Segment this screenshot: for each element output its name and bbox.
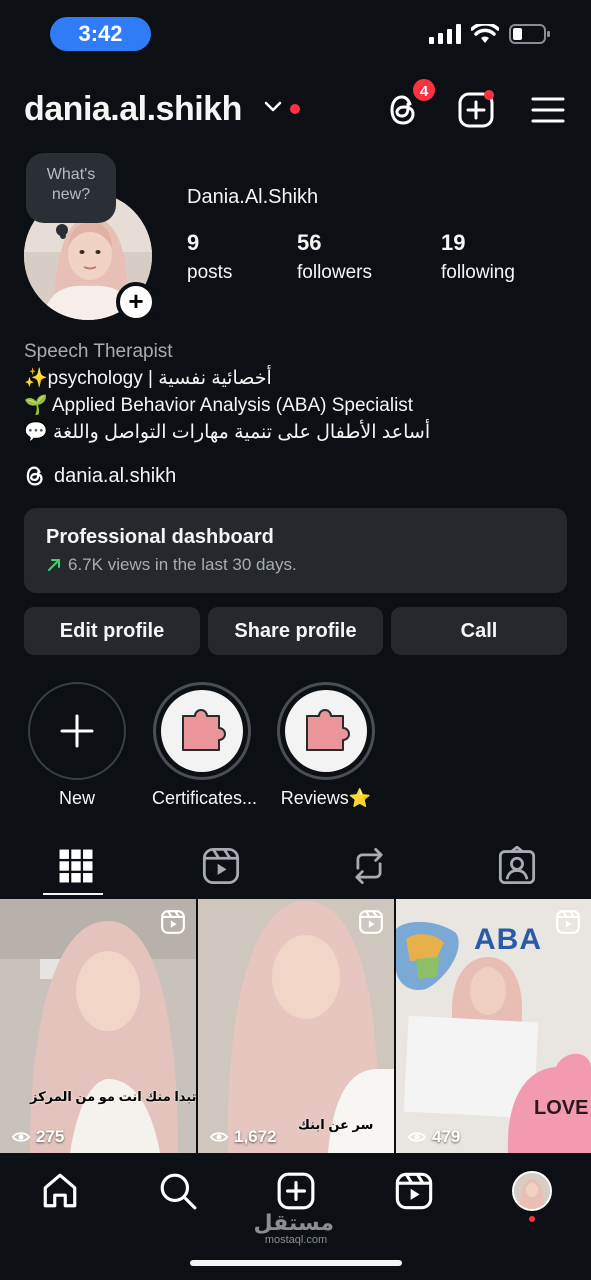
home-icon[interactable]	[40, 1171, 80, 1211]
new-highlight-circle	[28, 682, 126, 780]
call-button[interactable]: Call	[391, 607, 567, 655]
share-profile-button[interactable]: Share profile	[208, 607, 383, 655]
status-icons	[429, 24, 551, 44]
eye-icon	[12, 1132, 30, 1142]
create-icon[interactable]	[276, 1171, 316, 1211]
profile-tabs	[0, 840, 591, 896]
bio-category: Speech Therapist	[24, 341, 173, 362]
post-image	[198, 899, 394, 1153]
chevron-down-icon[interactable]	[264, 100, 282, 114]
add-story-button[interactable]: +	[116, 282, 156, 322]
stat-followers[interactable]: 56 followers	[297, 230, 372, 284]
profile-nav-avatar[interactable]	[512, 1171, 552, 1211]
account-notification-dot	[290, 104, 300, 114]
stat-label: posts	[187, 262, 233, 283]
bio-line-1: ✨psychology | أخصائية نفسية	[24, 368, 272, 389]
search-icon[interactable]	[158, 1171, 198, 1211]
post-thumbnail[interactable]: تبدا منك انت مو من المركز 275	[0, 899, 196, 1153]
post-views: 275	[12, 1127, 64, 1147]
watermark-arabic: مستقل	[253, 1210, 334, 1235]
threads-profile-link[interactable]: dania.al.shikh	[24, 464, 176, 488]
highlight-reviews[interactable]: Reviews⭐	[276, 682, 376, 809]
trend-up-icon	[48, 559, 60, 571]
highlight-new[interactable]: New	[27, 682, 127, 809]
battery-icon	[509, 24, 550, 44]
note-tail-small	[60, 233, 66, 239]
stat-value: 9	[187, 230, 200, 255]
highlight-label: New	[58, 788, 95, 808]
reel-badge-icon	[161, 910, 185, 934]
highlight-label: Certificates...	[152, 788, 258, 808]
views-count: 479	[432, 1127, 461, 1146]
highlight-certificates[interactable]: Certificates...	[152, 682, 258, 809]
bio-line-3: 💬 أساعد الأطفال على تنمية مهارات التواصل…	[24, 422, 431, 443]
views-count: 275	[36, 1127, 65, 1146]
post-caption: تبدا منك انت مو من المركز	[30, 1089, 196, 1104]
profile-header: dania.al.shikh 4	[0, 77, 591, 140]
username-switcher[interactable]: dania.al.shikh	[24, 90, 242, 129]
display-name: Dania.Al.Shikh	[187, 186, 319, 208]
active-tab-indicator	[43, 893, 103, 895]
puzzle-icon	[285, 690, 367, 772]
reel-badge-icon	[556, 910, 580, 934]
watermark-latin: mostaql.com	[264, 1234, 328, 1246]
post-thumbnail[interactable]: سر عن ابنك 1,672	[198, 899, 394, 1153]
home-indicator[interactable]	[190, 1260, 402, 1266]
grid-icon[interactable]	[56, 846, 96, 886]
stat-value: 56	[297, 230, 322, 255]
new-post-dot	[484, 90, 494, 100]
eye-icon	[408, 1132, 426, 1142]
sign-text: ABA	[474, 923, 542, 956]
dashboard-title: Professional dashboard	[46, 526, 274, 548]
post-thumbnail[interactable]: ABA LOVE 479	[396, 899, 591, 1153]
threads-small-icon	[26, 466, 43, 486]
threads-badge: 4	[411, 77, 437, 103]
bio-line-2: 🌱 Applied Behavior Analysis (ABA) Specia…	[24, 395, 414, 416]
plus-icon	[60, 714, 94, 748]
stat-following[interactable]: 19 following	[441, 230, 515, 284]
mostaql-watermark: مستقل mostaql.com	[253, 1210, 334, 1247]
highlight-cover	[277, 682, 375, 780]
highlight-label: Reviews⭐	[280, 788, 372, 808]
profile-notification-dot	[529, 1216, 535, 1222]
status-bar: 3:42	[0, 0, 591, 70]
signal-icon	[429, 24, 461, 44]
post-views: 479	[408, 1127, 460, 1147]
dashboard-views: 6.7K views in the last 30 days.	[68, 555, 297, 574]
stat-label: followers	[297, 262, 372, 283]
reposts-icon[interactable]	[349, 846, 389, 886]
post-image	[0, 899, 196, 1153]
dashboard-subtitle: 6.7K views in the last 30 days.	[46, 555, 545, 575]
status-time: 3:42	[50, 17, 151, 51]
eye-icon	[210, 1132, 228, 1142]
avatar-mini	[514, 1173, 550, 1209]
puzzle-icon	[161, 690, 243, 772]
edit-profile-button[interactable]: Edit profile	[24, 607, 200, 655]
heart-text: LOVE	[534, 1097, 589, 1119]
post-caption: سر عن ابنك	[298, 1117, 374, 1132]
bio: Speech Therapist ✨psychology | أخصائية ن…	[24, 338, 569, 446]
menu-icon[interactable]	[531, 96, 565, 124]
reel-badge-icon	[359, 910, 383, 934]
post-views: 1,672	[210, 1127, 277, 1147]
wifi-icon	[471, 24, 499, 43]
reels-icon[interactable]	[201, 846, 241, 886]
note-bubble[interactable]: What's new?	[26, 153, 116, 223]
threads-handle: dania.al.shikh	[54, 464, 177, 487]
stat-value: 19	[441, 230, 466, 255]
views-count: 1,672	[234, 1127, 277, 1146]
posts-grid: تبدا منك انت مو من المركز 275 سر عن ابنك…	[0, 899, 591, 1153]
tagged-icon[interactable]	[497, 846, 537, 886]
stat-label: following	[441, 262, 515, 283]
highlight-cover	[153, 682, 251, 780]
professional-dashboard[interactable]: Professional dashboard 6.7K views in the…	[24, 508, 567, 593]
stat-posts[interactable]: 9 posts	[187, 230, 232, 284]
reels-nav-icon[interactable]	[394, 1171, 434, 1211]
